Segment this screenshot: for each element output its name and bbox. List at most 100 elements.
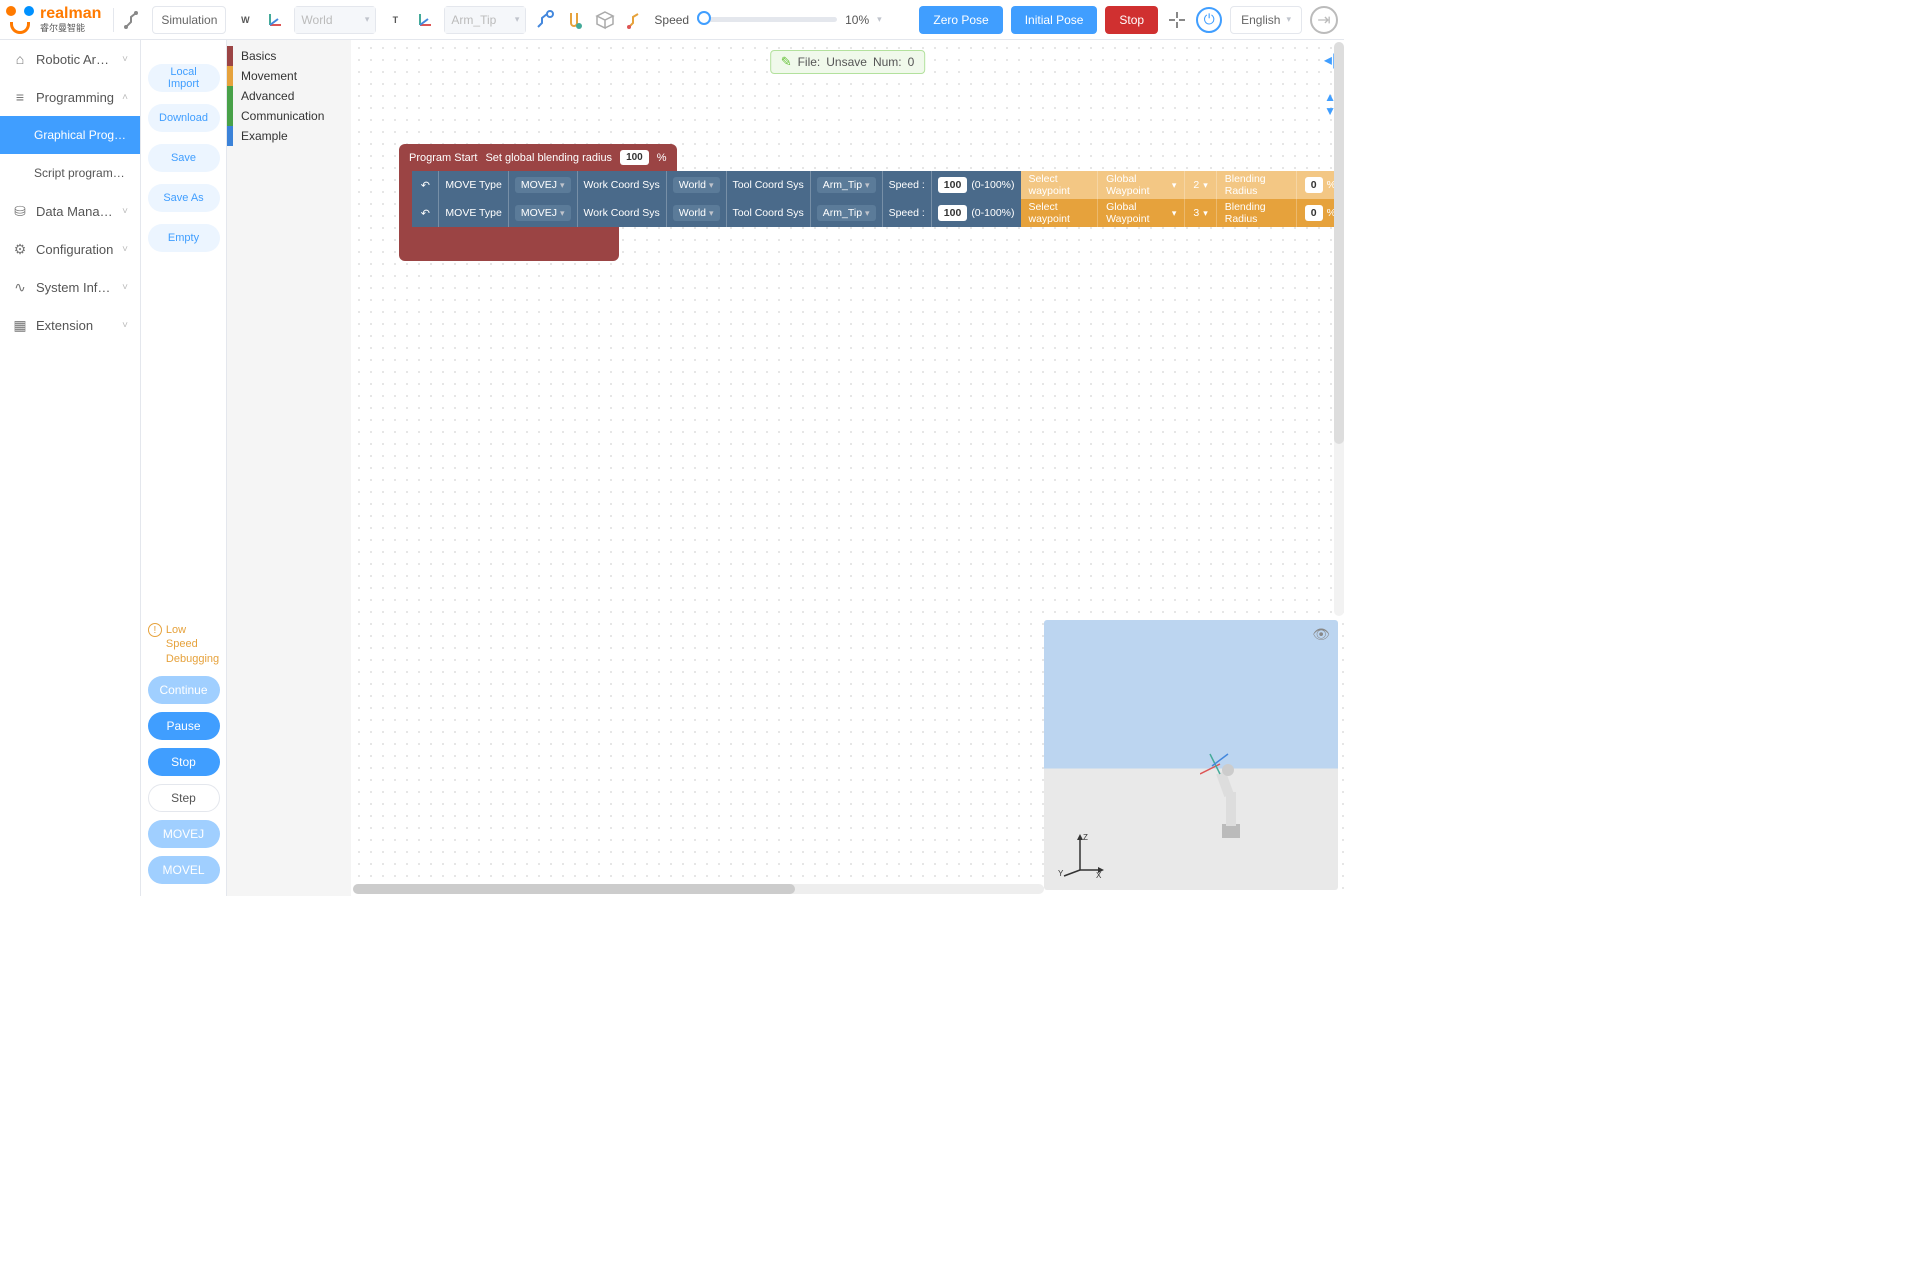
nav-icon: ∿ bbox=[12, 279, 28, 295]
run-button[interactable]: Stop bbox=[148, 748, 220, 776]
category-label: Movement bbox=[241, 69, 297, 83]
run-button[interactable]: Step bbox=[148, 784, 220, 812]
fileop-button[interactable]: Local Import bbox=[148, 64, 220, 92]
stop-button[interactable]: Stop bbox=[1105, 6, 1158, 34]
brand-logo: realman 睿尔曼智能 bbox=[6, 5, 101, 34]
language-select[interactable]: English ▾ bbox=[1230, 6, 1302, 34]
run-button[interactable]: MOVEJ bbox=[148, 820, 220, 848]
3d-preview-panel[interactable]: 👁 Z X Y bbox=[1044, 620, 1338, 890]
fileop-button[interactable]: Save bbox=[148, 144, 220, 172]
speed-input[interactable]: 100 bbox=[938, 205, 968, 221]
start-label: Program Start bbox=[409, 152, 477, 164]
speed-label: Speed : bbox=[889, 207, 925, 219]
fileop-button[interactable]: Empty bbox=[148, 224, 220, 252]
category-label: Advanced bbox=[241, 89, 294, 103]
tool-cs-label: Tool Coord Sys bbox=[733, 179, 804, 191]
move-type-label: MOVE Type bbox=[445, 179, 501, 191]
work-frame-select[interactable]: World▾ bbox=[294, 6, 376, 34]
category-item[interactable]: Movement bbox=[227, 66, 351, 86]
nav-item[interactable]: Script programm… bbox=[0, 154, 140, 192]
zero-pose-button[interactable]: Zero Pose bbox=[919, 6, 1002, 34]
nav-label: Extension bbox=[36, 318, 93, 333]
waypoint-tail[interactable]: Select waypointGlobal Waypoint ▾2 ▾Blend… bbox=[1021, 171, 1345, 199]
axis-gizmo: Z X Y bbox=[1056, 830, 1104, 878]
tool-cs-select[interactable]: Arm_Tip ▾ bbox=[817, 205, 876, 221]
br-input[interactable]: 0 bbox=[1305, 205, 1323, 221]
nav-item[interactable]: ⛁Data Management˅ bbox=[0, 192, 140, 230]
fileop-button[interactable]: Download bbox=[148, 104, 220, 132]
toolbar-icon-1[interactable] bbox=[534, 9, 556, 31]
speed-input[interactable]: 100 bbox=[938, 177, 968, 193]
warning-icon: ! bbox=[148, 623, 162, 637]
workspace-scrollbar-vertical[interactable] bbox=[1334, 42, 1344, 616]
workspace-scrollbar-horizontal[interactable] bbox=[353, 884, 1044, 894]
category-item[interactable]: Basics bbox=[227, 46, 351, 66]
work-cs-select[interactable]: World ▾ bbox=[673, 177, 720, 193]
work-frame-icon[interactable] bbox=[264, 9, 286, 31]
tool-frame-badge: T bbox=[384, 9, 406, 31]
program-start-footer[interactable] bbox=[399, 227, 619, 261]
category-item[interactable]: Advanced bbox=[227, 86, 351, 106]
toolbar-icon-2[interactable] bbox=[564, 9, 586, 31]
slider-thumb[interactable] bbox=[697, 11, 711, 25]
nav-item[interactable]: Graphical Progr… bbox=[0, 116, 140, 154]
move-block[interactable]: ↶MOVE TypeMOVEJ ▾Work Coord SysWorld ▾To… bbox=[412, 199, 1020, 227]
speed-label: Speed bbox=[654, 13, 689, 27]
run-button[interactable]: MOVEL bbox=[148, 856, 220, 884]
nav-item[interactable]: ⚙Configuration˅ bbox=[0, 230, 140, 268]
work-cs-select[interactable]: World ▾ bbox=[673, 205, 720, 221]
category-color-bar bbox=[227, 126, 233, 146]
blockly-workspace[interactable]: ✎ File: Unsave Num: 0 ◂| ▲▼ Program Star… bbox=[351, 40, 1344, 896]
speed-value[interactable]: 10% bbox=[845, 13, 869, 27]
chevron-down-icon[interactable]: ▾ bbox=[877, 14, 882, 25]
undo-icon[interactable]: ↶ bbox=[418, 178, 432, 192]
waypoint-tail[interactable]: Select waypointGlobal Waypoint ▾3 ▾Blend… bbox=[1021, 199, 1345, 227]
nav-item[interactable]: ≡Programming˄ bbox=[0, 78, 140, 116]
nav-item[interactable]: ▦ Extension ˅ bbox=[0, 306, 140, 344]
left-nav: ⌂Robotic Arm Tea…˅≡Programming˄ Graphical… bbox=[0, 40, 141, 896]
tool-frame-icon[interactable] bbox=[414, 9, 436, 31]
run-button[interactable]: Continue bbox=[148, 676, 220, 704]
nav-item[interactable]: ∿System Informat…˅ bbox=[0, 268, 140, 306]
work-cs-label: Work Coord Sys bbox=[584, 207, 660, 219]
nav-item[interactable]: ⌂Robotic Arm Tea…˅ bbox=[0, 40, 140, 78]
category-item[interactable]: Example bbox=[227, 126, 351, 146]
program-root-block[interactable]: Program Start Set global blending radius… bbox=[399, 144, 1344, 261]
program-start-header[interactable]: Program Start Set global blending radius… bbox=[399, 144, 677, 171]
nav-icon: ⌂ bbox=[12, 51, 28, 67]
warning-text: Low Speed Debugging bbox=[166, 623, 219, 666]
tool-frame-select[interactable]: Arm_Tip▾ bbox=[444, 6, 526, 34]
chevron-icon: ˅ bbox=[122, 244, 128, 255]
move-type-select[interactable]: MOVEJ ▾ bbox=[515, 205, 571, 221]
undo-icon[interactable]: ↶ bbox=[418, 206, 432, 220]
blend-value-input[interactable]: 100 bbox=[620, 150, 649, 165]
fileop-button[interactable]: Save As bbox=[148, 184, 220, 212]
initial-pose-button[interactable]: Initial Pose bbox=[1011, 6, 1098, 34]
cube-icon[interactable] bbox=[594, 9, 616, 31]
move-type-select[interactable]: MOVEJ ▾ bbox=[515, 177, 571, 193]
nav-icon: ⚙ bbox=[12, 241, 28, 257]
run-button[interactable]: Pause bbox=[148, 712, 220, 740]
wp-index-select[interactable]: 3 ▾ bbox=[1185, 199, 1216, 227]
nav-label: Graphical Progr… bbox=[34, 128, 128, 142]
chevron-icon: ˄ bbox=[122, 92, 128, 103]
br-input[interactable]: 0 bbox=[1305, 177, 1323, 193]
category-color-bar bbox=[227, 106, 233, 126]
crosshair-icon[interactable] bbox=[1166, 9, 1188, 31]
speed-slider[interactable] bbox=[697, 17, 837, 22]
visibility-icon[interactable]: 👁 bbox=[1312, 626, 1330, 643]
category-item[interactable]: Communication bbox=[227, 106, 351, 126]
wp-index-select[interactable]: 2 ▾ bbox=[1185, 171, 1216, 199]
svg-text:Y: Y bbox=[1058, 869, 1064, 878]
tool-cs-select[interactable]: Arm_Tip ▾ bbox=[817, 177, 876, 193]
wp-type-select[interactable]: Global Waypoint ▾ bbox=[1098, 199, 1185, 227]
move-block[interactable]: ↶MOVE TypeMOVEJ ▾Work Coord SysWorld ▾To… bbox=[412, 171, 1020, 199]
power-icon[interactable]: ⏻ bbox=[1196, 7, 1222, 33]
logout-icon[interactable]: ⇥ bbox=[1310, 6, 1338, 34]
nav-icon: ▦ bbox=[12, 317, 28, 333]
separator bbox=[113, 8, 114, 32]
wp-type-select[interactable]: Global Waypoint ▾ bbox=[1098, 171, 1185, 199]
chevron-icon: ˅ bbox=[122, 320, 128, 331]
robot-mode-icon[interactable] bbox=[122, 9, 144, 31]
file-num: 0 bbox=[908, 55, 915, 69]
